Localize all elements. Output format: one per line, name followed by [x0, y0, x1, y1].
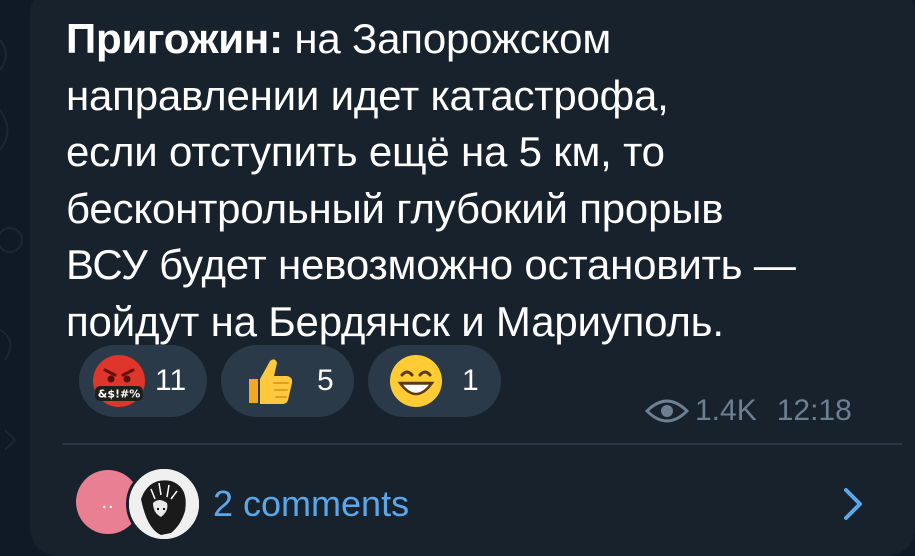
eye-icon	[645, 399, 689, 423]
message-line: направлении идет катастрофа,	[66, 71, 669, 119]
reaction-angry[interactable]: &$!#% 11	[79, 345, 207, 417]
message-author: Пригожин:	[66, 15, 283, 62]
angry-face-symbols-icon: &$!#%	[93, 355, 145, 407]
commenter-avatar[interactable]	[126, 466, 202, 542]
chevron-right-icon[interactable]	[838, 484, 868, 524]
reaction-count: 1	[462, 364, 479, 397]
grinning-face-icon	[390, 355, 442, 407]
message-text: Пригожин: на Запорожском направлении идет…	[66, 11, 896, 350]
message-meta: 1.4K 12:18	[645, 393, 852, 429]
view-count: 1.4K	[695, 394, 757, 427]
reaction-count: 11	[155, 364, 187, 397]
message-time: 12:18	[776, 394, 852, 427]
message-line: ВСУ будет невозможно остановить —	[66, 241, 796, 288]
message-line: на Запорожском	[282, 15, 611, 62]
avatar-initials: ..	[101, 490, 115, 513]
thumbs-up-icon	[249, 359, 293, 404]
reaction-grinning[interactable]: 1	[368, 345, 501, 417]
message-line: если отступить ещё на 5 км, то	[66, 128, 665, 175]
sketch-portrait-icon	[129, 469, 199, 539]
divider	[62, 443, 902, 445]
comments-link[interactable]: 2 comments	[213, 483, 409, 525]
svg-text:&$!#%: &$!#%	[98, 388, 141, 401]
reaction-thumbs-up[interactable]: 5	[221, 345, 354, 417]
reaction-count: 5	[317, 364, 334, 397]
message-line: бесконтрольный глубокий прорыв	[66, 184, 724, 232]
message-line: пойдут на Бердянск и Мариуполь.	[66, 297, 724, 345]
